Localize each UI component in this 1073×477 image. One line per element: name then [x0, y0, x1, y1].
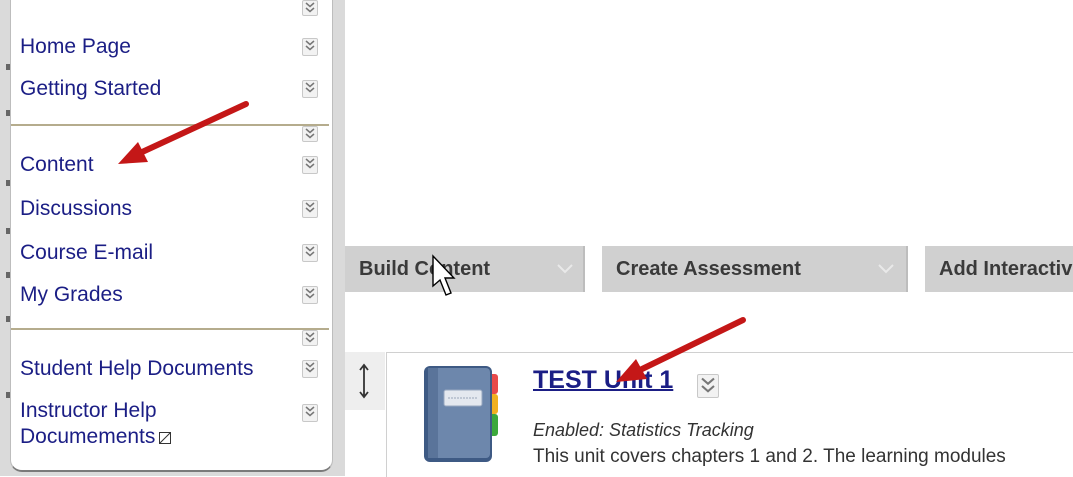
chevron-down-icon	[557, 264, 573, 274]
section-divider	[11, 328, 329, 330]
sidebar-item-label: Instructor Help	[20, 399, 157, 422]
item-options-icon[interactable]	[302, 286, 318, 304]
item-options-icon[interactable]	[302, 404, 318, 422]
sidebar-item-course-email[interactable]: Course E-mail	[20, 238, 290, 268]
create-assessment-label: Create Assessment	[616, 258, 801, 280]
item-options-icon[interactable]	[302, 156, 318, 174]
item-options-icon[interactable]	[697, 374, 719, 398]
sidebar-item-home-page[interactable]: Home Page	[20, 32, 290, 62]
course-menu-sidebar: Home Page Getting Started Content Discus…	[0, 0, 345, 476]
statistics-tracking-status: Enabled: Statistics Tracking	[533, 420, 754, 440]
add-interactive-tool-label: Add Interactive Tool	[939, 258, 1073, 280]
sidebar-item-label-line2: Documements	[20, 424, 290, 450]
sidebar-item-label-2: Documements	[20, 425, 156, 448]
item-options-icon[interactable]	[302, 200, 318, 218]
content-item-title-link[interactable]: TEST Unit 1	[533, 366, 673, 395]
item-options-icon[interactable]	[302, 38, 318, 56]
build-content-button[interactable]: Build Content	[345, 246, 585, 292]
hidden-from-students-icon	[159, 432, 172, 444]
build-content-label: Build Content	[359, 258, 491, 280]
chevron-down-icon	[878, 264, 894, 274]
vertical-arrows-icon	[359, 363, 369, 399]
drag-handle[interactable]	[345, 352, 385, 410]
section-options-icon[interactable]	[302, 0, 318, 16]
sidebar-item-discussions[interactable]: Discussions	[20, 194, 290, 224]
section-divider	[11, 124, 329, 126]
item-options-icon[interactable]	[302, 360, 318, 378]
create-assessment-button[interactable]: Create Assessment	[602, 246, 908, 292]
add-interactive-tool-button[interactable]: Add Interactive Tool	[925, 246, 1073, 292]
section-options-icon[interactable]	[302, 330, 318, 346]
sidebar-item-getting-started[interactable]: Getting Started	[20, 74, 290, 104]
sidebar-item-instructor-help[interactable]: Instructor Help Documements	[20, 398, 290, 454]
content-item-description: This unit covers chapters 1 and 2. The l…	[533, 446, 1006, 467]
item-options-icon[interactable]	[302, 80, 318, 98]
sidebar-item-student-help-documents[interactable]: Student Help Documents	[20, 354, 290, 384]
item-options-icon[interactable]	[302, 244, 318, 262]
sidebar-item-content[interactable]: Content	[20, 150, 290, 180]
sidebar-item-my-grades[interactable]: My Grades	[20, 280, 290, 310]
notebook-icon	[424, 366, 498, 462]
section-options-icon[interactable]	[302, 126, 318, 142]
